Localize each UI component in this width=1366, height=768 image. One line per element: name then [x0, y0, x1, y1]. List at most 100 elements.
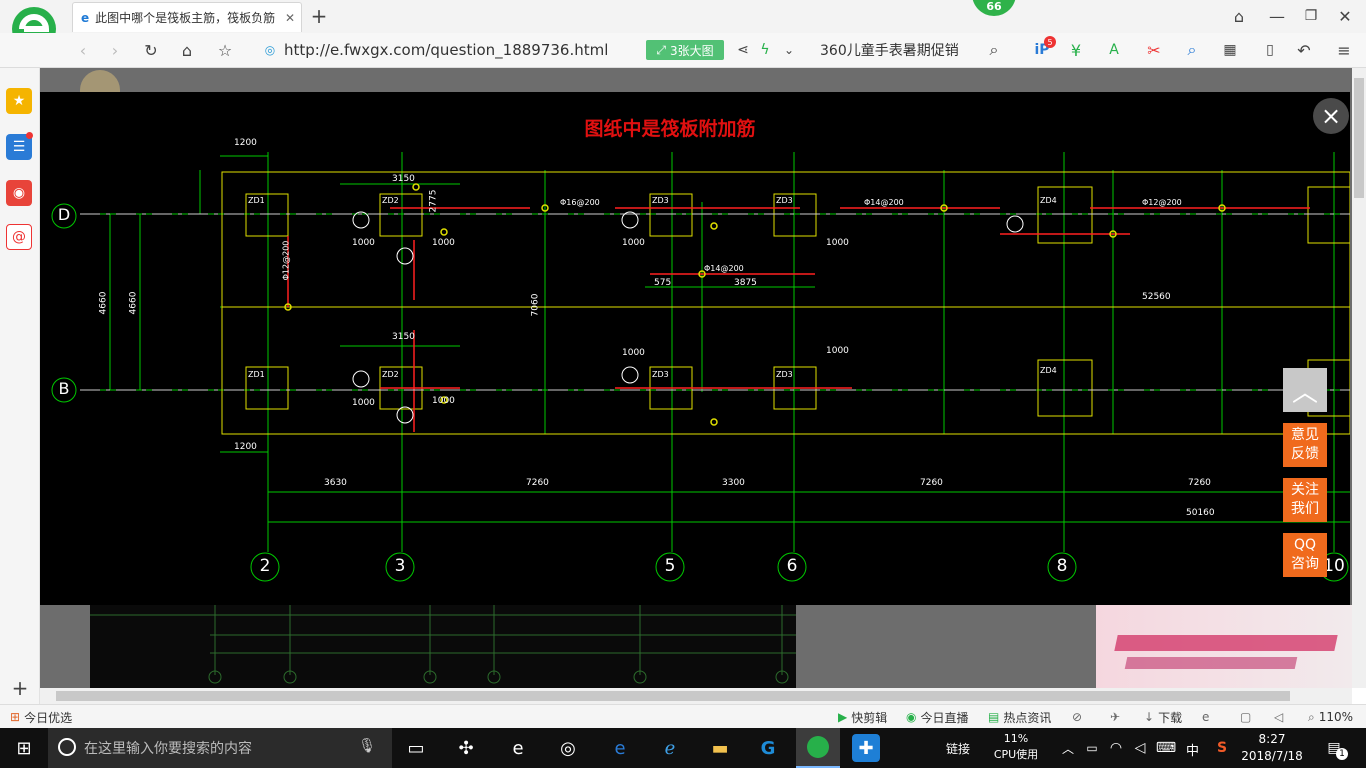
taskbar-search-box[interactable]: 在这里输入你要搜索的内容 🎙: [48, 728, 392, 768]
vertical-scrollbar[interactable]: [1352, 68, 1366, 688]
sogou-ime-icon[interactable]: S: [1208, 734, 1236, 762]
forward-icon[interactable]: ›: [104, 39, 126, 61]
tab-close-icon[interactable]: ✕: [285, 11, 295, 25]
favorites-star-icon[interactable]: ★: [6, 88, 32, 114]
pile-cap-tag: ZD3: [652, 196, 669, 205]
qq-consult-button[interactable]: QQ咨询: [1283, 533, 1327, 577]
dim-text: 1000: [622, 348, 645, 358]
news-item[interactable]: ▤ 热点资讯: [988, 709, 1051, 725]
file-explorer-icon[interactable]: ▬: [706, 734, 734, 762]
horizontal-scroll-thumb[interactable]: [56, 691, 1290, 701]
pile-cap-tag: ZD3: [652, 370, 669, 379]
node-dot: [412, 183, 420, 191]
url-field[interactable]: http://e.fwxgx.com/question_1889736.html: [284, 40, 664, 60]
site-security-icon[interactable]: ◎: [262, 42, 278, 58]
tab-question[interactable]: e 此图中哪个是筏板主筋，筏板负筋 ✕: [72, 2, 302, 32]
links-toolbar[interactable]: 链接: [946, 740, 970, 757]
menu-icon[interactable]: ≡: [1334, 40, 1354, 60]
image-viewer[interactable]: 图纸中是筏板附加筋 D B 2 3 5 6 8 10 1200 1200 315…: [40, 92, 1350, 605]
feedback-button[interactable]: 意见反馈: [1283, 423, 1327, 467]
search-icon[interactable]: ⌕: [984, 40, 1004, 60]
fan-app-icon[interactable]: ✣: [452, 734, 480, 762]
home-icon[interactable]: ⌂: [176, 39, 198, 61]
raft-outline: [221, 171, 1350, 435]
mail-icon[interactable]: @: [6, 224, 32, 250]
zoom-icon: ⌕: [1308, 709, 1315, 724]
favorite-star-icon[interactable]: ☆: [214, 39, 236, 61]
back-icon[interactable]: ‹: [72, 39, 94, 61]
new-tab-icon[interactable]: +: [308, 4, 330, 28]
download-label: 下载: [1158, 710, 1183, 725]
g-app-icon[interactable]: G: [754, 734, 782, 762]
back-to-top-button[interactable]: ︿: [1283, 368, 1327, 412]
dim-text: 3630: [324, 478, 347, 488]
volume-icon[interactable]: ◁: [1274, 709, 1283, 725]
kuaijianji-item[interactable]: ▶ 快剪辑: [838, 709, 887, 725]
magnifier-icon[interactable]: ⌕: [1182, 40, 1202, 60]
news-label: 热点资讯: [1003, 710, 1052, 725]
translate-icon[interactable]: A: [1104, 40, 1124, 60]
shield-yen-icon[interactable]: ¥: [1066, 40, 1086, 60]
tablet-icon[interactable]: ▯: [1260, 40, 1280, 60]
dim-text: 1000: [622, 238, 645, 248]
vertical-scroll-thumb[interactable]: [1354, 78, 1364, 198]
scissors-icon[interactable]: ✂: [1144, 40, 1164, 60]
window-mode-icon[interactable]: ▢: [1240, 709, 1251, 725]
ime-indicator[interactable]: 中: [1186, 740, 1199, 759]
search-suggestion[interactable]: 360儿童手表暑期促销: [820, 40, 1000, 60]
swirl-app-icon[interactable]: ◎: [554, 734, 582, 762]
dim-text: 1000: [432, 396, 455, 406]
dim-text-total: 50160: [1186, 508, 1215, 518]
weibo-icon[interactable]: ◉: [6, 180, 32, 206]
edge-browser-icon[interactable]: e: [606, 734, 634, 762]
internet-explorer-icon[interactable]: ℯ: [656, 734, 684, 762]
viewer-close-button[interactable]: ×: [1313, 98, 1349, 134]
download-item[interactable]: ↓ 下载: [1144, 709, 1182, 725]
compass-icon[interactable]: ⊘: [1072, 709, 1082, 725]
pin-icon[interactable]: ✈: [1110, 709, 1120, 725]
dim-text: 3150: [392, 174, 415, 184]
expand-icon: ⤢: [656, 42, 666, 57]
sidebar-add-icon[interactable]: +: [10, 676, 30, 700]
ie-browser-icon[interactable]: e: [504, 734, 532, 762]
task-view-icon[interactable]: ▭: [402, 734, 430, 762]
clock[interactable]: 8:27 2018/7/18: [1240, 731, 1304, 765]
cpu-meter[interactable]: 11% CPU使用: [990, 731, 1042, 765]
apps-grid-icon[interactable]: ▦: [1220, 40, 1240, 60]
lightning-icon[interactable]: ϟ: [756, 40, 774, 60]
keyboard-icon[interactable]: ⌨: [1152, 734, 1180, 762]
minimize-icon[interactable]: —: [1266, 5, 1288, 27]
chevron-down-icon[interactable]: ⌄: [780, 40, 798, 60]
today-pick-item[interactable]: ⊞ 今日优选: [10, 709, 72, 725]
axis-label-8: 8: [1056, 556, 1068, 576]
refresh-icon[interactable]: ↻: [140, 39, 162, 61]
active-browser-taskbar-item[interactable]: [796, 728, 840, 768]
rebar-label: Φ16@200: [560, 198, 600, 207]
ie-mode-icon[interactable]: e: [1202, 709, 1209, 725]
dim-text: 1000: [352, 398, 375, 408]
horizontal-scrollbar[interactable]: [40, 688, 1352, 704]
speaker-icon[interactable]: ◁: [1126, 734, 1154, 762]
follow-us-label: 关注我们: [1291, 482, 1319, 517]
drawing-thumbnail[interactable]: [90, 605, 796, 688]
notification-count: 1: [1336, 748, 1348, 760]
promo-banner[interactable]: [1096, 605, 1352, 688]
follow-us-button[interactable]: 关注我们: [1283, 478, 1327, 522]
window-close-icon[interactable]: ✕: [1334, 5, 1356, 27]
undo-icon[interactable]: ↶: [1294, 40, 1314, 60]
gift-icon: ⊞: [10, 710, 21, 724]
feishu-app-icon[interactable]: ✚: [852, 734, 880, 762]
cpu-percent: 11%: [1003, 732, 1029, 745]
dim-text: 3150: [392, 332, 415, 342]
live-item[interactable]: ◉ 今日直播: [906, 709, 969, 725]
image-count-button[interactable]: ⤢ 3张大图: [646, 40, 724, 60]
pile-cap-tag: ZD3: [776, 196, 793, 205]
zoom-item[interactable]: ⌕ 110%: [1308, 709, 1353, 725]
restore-icon[interactable]: ❐: [1300, 5, 1322, 27]
windows-start-icon[interactable]: ⊞: [10, 734, 38, 762]
shirt-icon[interactable]: ⌂: [1228, 5, 1250, 27]
microphone-icon[interactable]: 🎙: [358, 738, 376, 754]
share-icon[interactable]: ⋖: [734, 40, 752, 60]
pile-cap-edge-top: [1307, 186, 1350, 244]
user-badge[interactable]: 66: [972, 0, 1016, 16]
